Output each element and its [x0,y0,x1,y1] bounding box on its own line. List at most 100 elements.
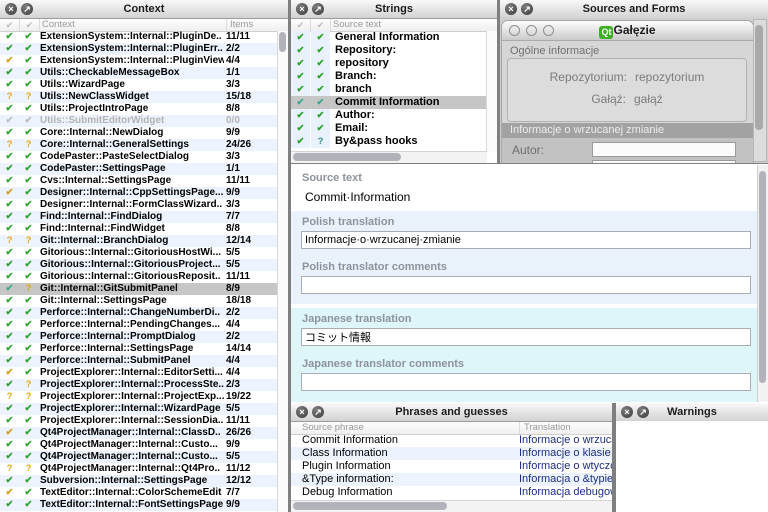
context-row[interactable]: ✔✔Designer::Internal::CppSettingsPage...… [0,187,278,199]
string-row[interactable]: ✔✔General Information [291,31,487,44]
source-text-column-header[interactable]: Source text [333,19,381,31]
question-yellow-icon: ? [7,391,13,402]
phrase-row[interactable]: Debug InformationInformacja debugowania [291,486,612,499]
string-row[interactable]: ✔✔Commit Information [291,96,487,109]
context-row[interactable]: ??Qt4ProjectManager::Internal::Qt4Pro..1… [0,463,278,475]
context-row[interactable]: ✔✔Perforce::Internal::SettingsPage14/14 [0,343,278,355]
source-phrase-column-header[interactable]: Source phrase [302,422,364,434]
context-row[interactable]: ✔?Git::Internal::GitSubmitPanel8/9 [0,283,278,295]
context-row[interactable]: ✔✔CodePaster::PasteSelectDialog3/3 [0,151,278,163]
close-icon[interactable]: × [296,3,308,15]
accepted-status-cell: ✔ [19,199,38,211]
phrases-hscrollbar-thumb[interactable] [293,502,447,510]
context-row[interactable]: ✔✔Git::Internal::SettingsPage18/18 [0,295,278,307]
japanese-comments-label: Japanese translator comments [302,358,464,370]
context-row[interactable]: ✔✔Designer::Internal::FormClassWizard..3… [0,199,278,211]
context-items-count: 2/2 [226,331,240,343]
context-column-header[interactable]: Context [42,19,75,31]
context-row[interactable]: ✔✔Utils::ProjectIntroPage8/8 [0,103,278,115]
strings-hscrollbar-thumb[interactable] [293,153,401,161]
context-row[interactable]: ✔✔TextEditor::Internal::ColorSchemeEdit7… [0,487,278,499]
forms-scrollbar-thumb[interactable] [755,25,763,130]
close-icon[interactable]: × [505,3,517,15]
context-name: Designer::Internal::FormClassWizard.. [40,199,224,211]
translation-column-header[interactable]: Translation [519,422,571,434]
context-items-count: 12/14 [226,235,251,247]
japanese-comments-input[interactable] [301,373,751,391]
context-row[interactable]: ✔✔ProjectExplorer::Internal::SessionDia.… [0,415,278,427]
context-row[interactable]: ✔✔Core::Internal::NewDialog9/9 [0,127,278,139]
accepted-status-cell: ✔ [19,79,38,91]
close-icon[interactable]: × [5,3,17,15]
context-row[interactable]: ??ProjectExplorer::Internal::ProjectExp.… [0,391,278,403]
context-row[interactable]: ✔✔CodePaster::SettingsPage1/1 [0,163,278,175]
context-row[interactable]: ✔✔ExtensionSystem::Internal::PluginDe..1… [0,31,278,43]
string-row[interactable]: ✔✔Branch: [291,70,487,83]
context-row[interactable]: ✔✔ExtensionSystem::Internal::PluginView4… [0,55,278,67]
check-green-icon: ✔ [25,55,33,66]
close-icon[interactable]: × [621,406,633,418]
context-row[interactable]: ✔✔ProjectExplorer::Internal::WizardPage5… [0,403,278,415]
context-row[interactable]: ??Git::Internal::BranchDialog12/14 [0,235,278,247]
accepted-column-check-icon[interactable]: ✔ [20,19,40,31]
float-icon[interactable]: ↗ [312,406,324,418]
context-row[interactable]: ✔✔Perforce::Internal::SubmitPanel4/4 [0,355,278,367]
context-row[interactable]: ✔✔Qt4ProjectManager::Internal::ClassD..2… [0,427,278,439]
float-icon[interactable]: ↗ [521,3,533,15]
context-row[interactable]: ✔✔Gitorious::Internal::GitoriousProject.… [0,259,278,271]
string-row[interactable]: ✔✔Email: [291,122,487,135]
form-preview-window[interactable]: QtGałęzie Ogólne informacje Repozytorium… [501,20,754,163]
check-yellow-icon: ✔ [6,187,14,198]
context-row[interactable]: ??Utils::NewClassWidget15/18 [0,91,278,103]
context-row[interactable]: ✔✔Perforce::Internal::PendingChanges...4… [0,319,278,331]
context-row[interactable]: ??Core::Internal::GeneralSettings24/26 [0,139,278,151]
done-status-cell: ✔ [0,31,19,43]
check-green-icon: ✔ [25,439,33,450]
editor-scrollbar-thumb[interactable] [759,171,766,383]
polish-translation-input[interactable] [301,231,751,249]
context-row[interactable]: ✔✔Perforce::Internal::ChangeNumberDi..2/… [0,307,278,319]
context-row[interactable]: ✔✔Gitorious::Internal::GitoriousReposit.… [0,271,278,283]
context-row[interactable]: ✔✔Subversion::Internal::SettingsPage12/1… [0,475,278,487]
done-column-check-icon[interactable]: ✔ [291,19,311,31]
polish-translation-section: Polish translation Polish translator com… [291,211,757,304]
string-row[interactable]: ✔✔repository [291,57,487,70]
float-icon[interactable]: ↗ [312,3,324,15]
done-status-cell: ✔ [0,127,19,139]
float-icon[interactable]: ↗ [21,3,33,15]
string-row[interactable]: ✔?By&pass hooks [291,135,487,148]
string-row[interactable]: ✔✔branch [291,83,487,96]
japanese-translation-input[interactable] [301,328,751,346]
items-column-header[interactable]: Items [226,19,253,31]
phrase-row[interactable]: &Type information:Informacja o &typie: [291,473,612,486]
context-row[interactable]: ✔✔Find::Internal::FindDialog7/7 [0,211,278,223]
polish-comments-input[interactable] [301,276,751,294]
phrase-row[interactable]: Plugin InformationInformacje o wtyczce [291,460,612,473]
context-items-count: 14/14 [226,343,251,355]
context-row[interactable]: ✔✔Utils::WizardPage3/3 [0,79,278,91]
context-row[interactable]: ✔✔ExtensionSystem::Internal::PluginErr..… [0,43,278,55]
done-column-check-icon[interactable]: ✔ [0,19,20,31]
float-icon[interactable]: ↗ [637,406,649,418]
context-row[interactable]: ✔✔ProjectExplorer::Internal::EditorSetti… [0,367,278,379]
string-row[interactable]: ✔✔Author: [291,109,487,122]
close-icon[interactable]: × [296,406,308,418]
context-scrollbar-thumb[interactable] [279,32,286,52]
string-row[interactable]: ✔✔Repository: [291,44,487,57]
context-row[interactable]: ✔?ProjectExplorer::Internal::ProcessSte.… [0,379,278,391]
source-text-label: Source text [302,172,362,184]
context-row[interactable]: ✔✔Qt4ProjectManager::Internal::Custo...5… [0,451,278,463]
accepted-column-check-icon[interactable]: ✔ [311,19,331,31]
context-row[interactable]: ✔✔Cvs::Internal::SettingsPage11/11 [0,175,278,187]
context-row[interactable]: ✔✔Find::Internal::FindWidget8/8 [0,223,278,235]
phrase-row[interactable]: Commit InformationInformacje o wrzucanej… [291,434,612,447]
context-row[interactable]: ✔✔TextEditor::Internal::FontSettingsPage… [0,499,278,511]
context-row[interactable]: ✔✔Utils::SubmitEditorWidget0/0 [0,115,278,127]
context-row[interactable]: ✔✔Utils::CheckableMessageBox1/1 [0,67,278,79]
context-row[interactable]: ✔✔Gitorious::Internal::GitoriousHostWi..… [0,247,278,259]
context-row[interactable]: ✔✔Qt4ProjectManager::Internal::Custo...9… [0,439,278,451]
check-green-icon: ✔ [6,151,14,162]
context-row[interactable]: ✔✔Perforce::Internal::PromptDialog2/2 [0,331,278,343]
check-green-icon: ✔ [25,355,33,366]
phrase-row[interactable]: Class InformationInformacje o klasie [291,447,612,460]
